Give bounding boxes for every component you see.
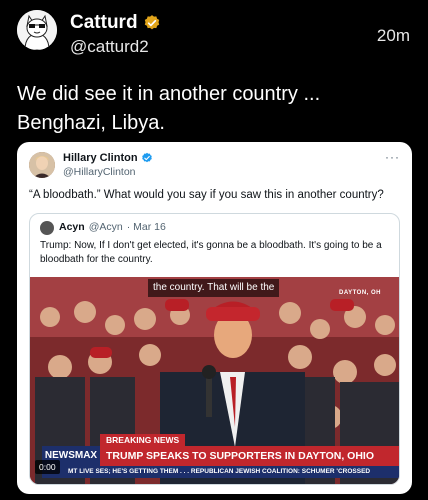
quoted-post-card[interactable]: Hillary Clinton @HillaryClinton ··· “A b…: [17, 142, 412, 494]
nested-author-avatar[interactable]: [40, 221, 54, 235]
post-text: We did see it in another country ... Ben…: [17, 83, 321, 134]
quoted-author-handle[interactable]: @HillaryClinton: [63, 166, 136, 178]
nested-quote-header: Acyn @Acyn · Mar 16: [59, 221, 166, 233]
nested-author-name[interactable]: Acyn: [59, 221, 85, 233]
post-timestamp[interactable]: 20m: [377, 26, 410, 46]
post-header: Catturd @catturd2 20m: [0, 0, 428, 72]
quoted-author-name-text[interactable]: Hillary Clinton: [63, 152, 138, 164]
quoted-author-avatar[interactable]: [29, 152, 55, 178]
nested-quote-text: Trump: Now, If I don't get elected, it's…: [40, 240, 382, 265]
location-tag: DAYTON, OH: [338, 290, 381, 296]
video-caption: the country. That will be the: [148, 279, 280, 297]
breaking-news-label: BREAKING NEWS: [100, 434, 186, 446]
quoted-post-text: “A bloodbath.” What would you say if you…: [29, 189, 384, 201]
author-name-text[interactable]: Catturd: [70, 12, 138, 34]
video-timestamp: 0:00: [35, 460, 60, 474]
quoted-author-name[interactable]: Hillary Clinton: [63, 152, 153, 164]
video-player[interactable]: the country. That will be the DAYTON, OH…: [30, 277, 399, 484]
nested-author-handle[interactable]: @Acyn: [89, 221, 123, 233]
nested-quote-date: · Mar 16: [126, 221, 166, 233]
author-name[interactable]: Catturd: [70, 12, 161, 34]
nested-quote-card[interactable]: Acyn @Acyn · Mar 16 Trump: Now, If I don…: [29, 213, 400, 485]
more-options-icon[interactable]: ···: [385, 150, 400, 164]
author-avatar[interactable]: [17, 10, 57, 50]
news-ticker: MT LIVE SES; HE'S GETTING THEM . . . REP…: [42, 466, 399, 478]
news-headline-bar: NEWSMAX TRUMP SPEAKS TO SUPPORTERS IN DA…: [42, 446, 399, 466]
verified-badge-icon: [144, 15, 159, 30]
news-headline: TRUMP SPEAKS TO SUPPORTERS IN DAYTON, OH…: [100, 446, 399, 466]
author-handle[interactable]: @catturd2: [70, 37, 149, 57]
verified-badge-icon: [141, 152, 152, 163]
